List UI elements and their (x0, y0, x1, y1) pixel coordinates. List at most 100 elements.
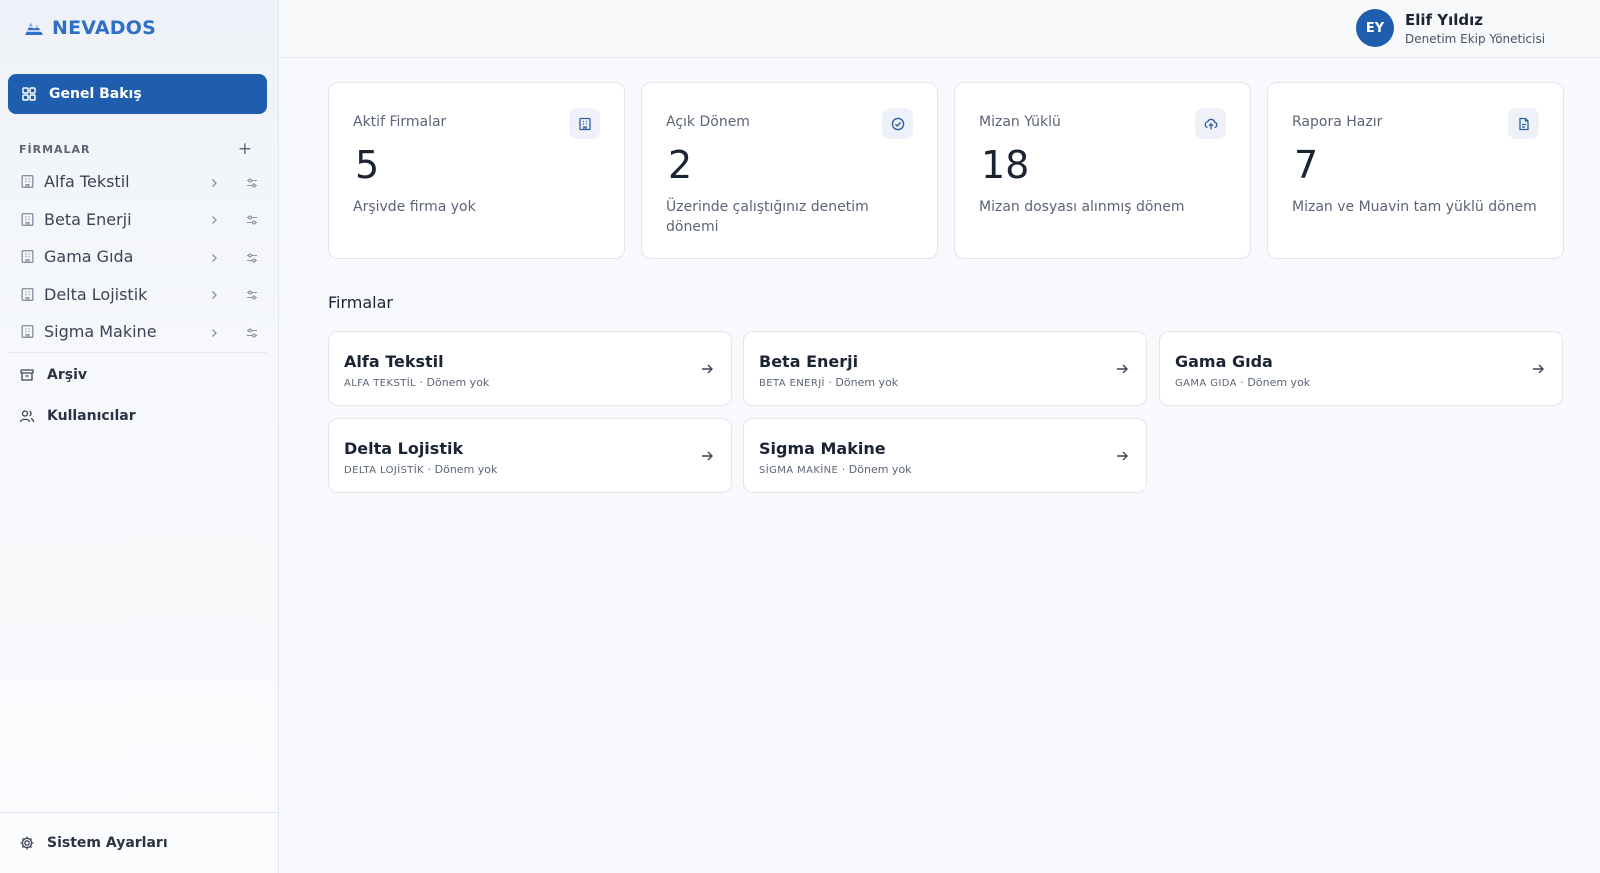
building-icon (19, 286, 36, 303)
chevron-right-icon[interactable] (207, 287, 221, 301)
sidebar: NEVADOS Genel Bakış FİRMALAR + Alfa Teks… (0, 0, 279, 873)
building-icon (19, 248, 36, 265)
firm-card[interactable]: Delta Lojistik DELTA LOJİSTİK · Dönem yok (328, 418, 732, 493)
stat-title: Açık Dönem (666, 114, 750, 130)
firm-card-subtitle: GAMA GIDA · Dönem yok (1175, 376, 1310, 389)
stat-title: Mizan Yüklü (979, 114, 1061, 130)
avatar[interactable]: EY (1356, 9, 1394, 47)
users-icon (19, 410, 35, 423)
building-icon (19, 173, 36, 190)
nav-genel-bakis[interactable]: Genel Bakış (8, 74, 267, 114)
sidebar-firm-list: Alfa Tekstil Beta Enerji Gama Gıda Delta Lo… (0, 163, 279, 351)
firm-card-status: Dönem yok (434, 463, 498, 476)
check-circle-icon (882, 108, 913, 139)
settings-sliders-icon[interactable] (245, 325, 259, 339)
separator-dot: · (824, 376, 836, 389)
brand[interactable]: NEVADOS (22, 14, 156, 42)
firms-section-header: FİRMALAR + (19, 139, 253, 159)
stat-card: Aktif Firmalar 5 Arşivde firma yok (328, 82, 625, 259)
firm-card-name: Delta Lojistik (344, 439, 464, 458)
stat-description: Mizan ve Muavin tam yüklü dönem (1292, 199, 1537, 215)
gear-icon (20, 836, 34, 850)
nav-kullanicilar-label: Kullanıcılar (47, 408, 136, 424)
firm-card-status: Dönem yok (835, 376, 899, 389)
sidebar-firm-item[interactable]: Delta Lojistik (0, 276, 279, 314)
settings-sliders-icon[interactable] (245, 212, 259, 226)
sidebar-divider (8, 352, 267, 353)
stat-description: Arşivde firma yok (353, 199, 476, 215)
arrow-right-icon[interactable] (1114, 448, 1130, 464)
sidebar-firm-label: Gama Gıda (44, 247, 134, 267)
sidebar-firm-label: Alfa Tekstil (44, 172, 130, 192)
arrow-right-icon[interactable] (1114, 361, 1130, 377)
chevron-right-icon[interactable] (207, 325, 221, 339)
settings-sliders-icon[interactable] (245, 175, 259, 189)
stat-title: Aktif Firmalar (353, 114, 447, 130)
arrow-right-icon[interactable] (699, 361, 715, 377)
firm-card-subtitle: SİGMA MAKİNE · Dönem yok (759, 463, 912, 476)
sidebar-firm-item[interactable]: Sigma Makine (0, 313, 279, 351)
separator-dot: · (838, 463, 849, 476)
firm-card-subtitle: BETA ENERJİ · Dönem yok (759, 376, 898, 389)
firm-card-code: SİGMA MAKİNE (759, 465, 839, 476)
firms-section-title: FİRMALAR (19, 142, 91, 156)
firm-card-name: Gama Gıda (1175, 352, 1273, 371)
sidebar-firm-item[interactable]: Beta Enerji (0, 201, 279, 239)
settings-sliders-icon[interactable] (245, 250, 259, 264)
stat-card: Açık Dönem 2 Üzerinde çalıştığınız denetim… (641, 82, 938, 259)
firms-section-heading: Firmalar (328, 293, 393, 312)
sidebar-firm-label: Beta Enerji (44, 209, 132, 229)
separator-dot: · (1236, 376, 1248, 389)
stat-value: 2 (668, 143, 693, 187)
topbar (280, 0, 1600, 58)
firm-card[interactable]: Gama Gıda GAMA GIDA · Dönem yok (1159, 331, 1563, 406)
firm-card-name: Alfa Tekstil (344, 352, 444, 371)
firm-card-name: Sigma Makine (759, 439, 886, 458)
document-icon (1508, 108, 1539, 139)
firm-card-status: Dönem yok (426, 376, 490, 389)
stat-card: Rapora Hazır 7 Mizan ve Muavin tam yüklü d… (1267, 82, 1564, 259)
firm-card-subtitle: DELTA LOJİSTİK · Dönem yok (344, 463, 497, 476)
stat-title: Rapora Hazır (1292, 114, 1383, 130)
chevron-right-icon[interactable] (207, 175, 221, 189)
firm-card-code: DELTA LOJİSTİK (344, 465, 425, 476)
nevados-logo-icon (25, 23, 43, 35)
firm-card[interactable]: Alfa Tekstil ALFA TEKSTİL · Dönem yok (328, 331, 732, 406)
cloud-upload-icon (1195, 108, 1226, 139)
nav-sistem-ayarlari[interactable]: Sistem Ayarları (19, 832, 168, 854)
chevron-right-icon[interactable] (207, 250, 221, 264)
firm-card[interactable]: Beta Enerji BETA ENERJİ · Dönem yok (743, 331, 1147, 406)
firm-card-status: Dönem yok (1247, 376, 1311, 389)
separator-dot: · (416, 376, 427, 389)
nav-arsiv-label: Arşiv (47, 367, 87, 383)
stat-card: Mizan Yüklü 18 Mizan dosyası alınmış dönem (954, 82, 1251, 259)
settings-sliders-icon[interactable] (245, 287, 259, 301)
nav-arsiv[interactable]: Arşiv (19, 364, 87, 386)
firm-card-subtitle: ALFA TEKSTİL · Dönem yok (344, 376, 489, 389)
plus-icon[interactable]: + (238, 139, 253, 159)
sidebar-firm-item[interactable]: Alfa Tekstil (0, 163, 279, 201)
firm-card-code: BETA ENERJİ (759, 378, 825, 389)
nav-genel-bakis-label: Genel Bakış (49, 86, 142, 102)
building-icon (569, 108, 600, 139)
sidebar-footer: Sistem Ayarları (0, 812, 279, 873)
stat-description: Mizan dosyası alınmış dönem (979, 199, 1185, 215)
nav-sistem-ayarlari-label: Sistem Ayarları (47, 835, 168, 851)
building-icon (19, 211, 36, 228)
separator-dot: · (424, 463, 435, 476)
nav-kullanicilar[interactable]: Kullanıcılar (19, 405, 136, 427)
arrow-right-icon[interactable] (1530, 361, 1546, 377)
firm-card-code: GAMA GIDA (1175, 378, 1237, 389)
chevron-right-icon[interactable] (207, 212, 221, 226)
firm-card-name: Beta Enerji (759, 352, 859, 371)
sidebar-firm-item[interactable]: Gama Gıda (0, 238, 279, 276)
user-name: Elif Yıldız (1405, 11, 1484, 29)
firm-card-status: Dönem yok (848, 463, 912, 476)
sidebar-firm-label: Sigma Makine (44, 322, 157, 342)
stat-value: 5 (355, 143, 380, 187)
sidebar-firm-label: Delta Lojistik (44, 284, 148, 304)
arrow-right-icon[interactable] (699, 448, 715, 464)
firm-card[interactable]: Sigma Makine SİGMA MAKİNE · Dönem yok (743, 418, 1147, 493)
firm-card-code: ALFA TEKSTİL (344, 378, 417, 389)
stat-value: 7 (1294, 143, 1319, 187)
